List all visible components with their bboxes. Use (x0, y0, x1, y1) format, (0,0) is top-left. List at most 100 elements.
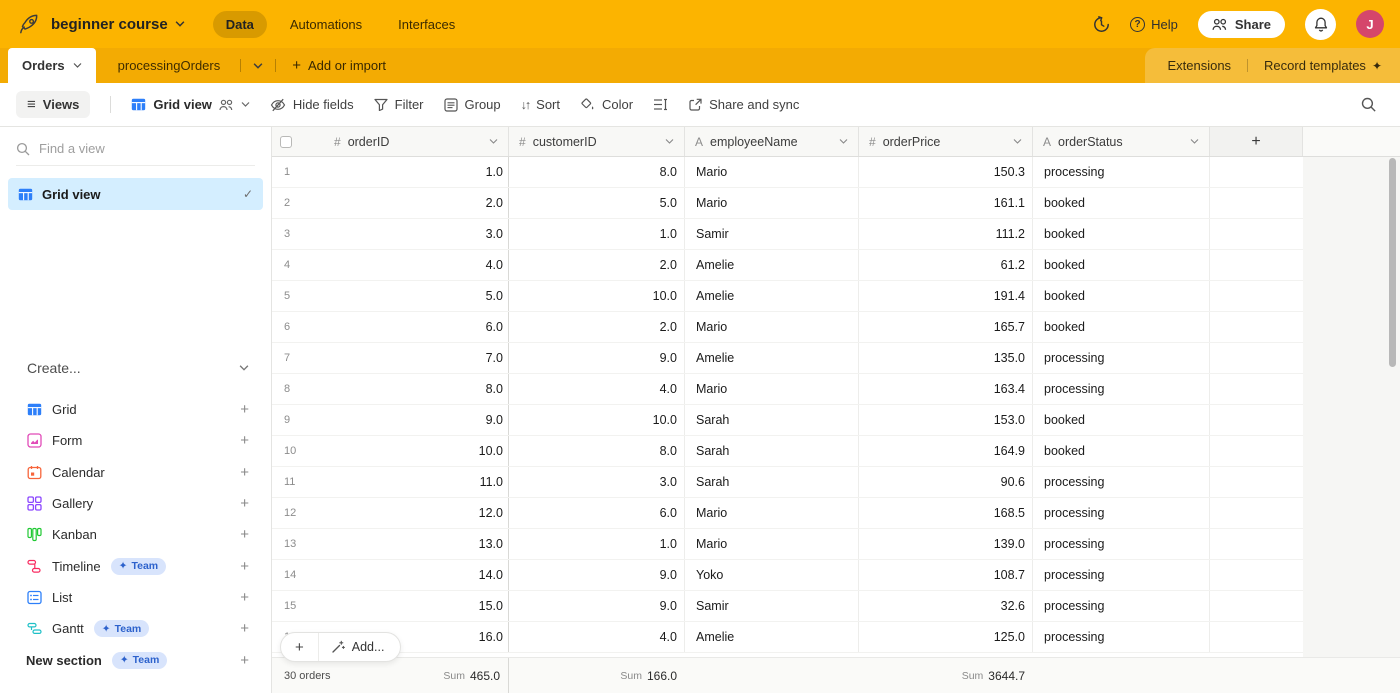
cell-customerID[interactable]: 9.0 (509, 343, 685, 373)
chevron-down-icon[interactable] (1013, 139, 1022, 144)
cell-orderPrice[interactable]: 153.0 (859, 405, 1033, 435)
cell-orderPrice[interactable]: 90.6 (859, 467, 1033, 497)
cell-orderPrice[interactable]: 32.6 (859, 591, 1033, 621)
cell-orderID[interactable]: 9 9.0 (272, 405, 509, 435)
plus-icon[interactable]: + (240, 526, 249, 543)
find-view-input[interactable] (39, 141, 219, 156)
app-logo-rocket-icon[interactable] (16, 12, 41, 37)
cell-orderID[interactable]: 3 3.0 (272, 219, 509, 249)
cell-orderStatus[interactable]: booked (1033, 436, 1210, 466)
cell-orderPrice[interactable]: 191.4 (859, 281, 1033, 311)
cell-orderStatus[interactable]: processing (1033, 622, 1210, 652)
cell-employeeName[interactable]: Mario (685, 157, 859, 187)
column-header-orderStatus[interactable]: A orderStatus (1033, 127, 1210, 156)
cell-orderStatus[interactable]: booked (1033, 188, 1210, 218)
cell-orderID[interactable]: 13 13.0 (272, 529, 509, 559)
sum-customerID[interactable]: Sum 166.0 (509, 658, 685, 693)
create-calendar[interactable]: Calendar + (0, 457, 271, 488)
cell-orderID[interactable]: 6 6.0 (272, 312, 509, 342)
cell-employeeName[interactable]: Mario (685, 312, 859, 342)
plus-icon[interactable]: + (240, 652, 249, 669)
cell-orderStatus[interactable]: booked (1033, 250, 1210, 280)
cell-employeeName[interactable]: Mario (685, 374, 859, 404)
tab-orders[interactable]: Orders (8, 48, 96, 83)
chevron-down-icon[interactable] (1190, 139, 1199, 144)
sort-button[interactable]: ↓↑ Sort (521, 97, 560, 112)
cell-orderID[interactable]: 15 15.0 (272, 591, 509, 621)
cell-employeeName[interactable]: Samir (685, 591, 859, 621)
column-header-orderPrice[interactable]: # orderPrice (859, 127, 1033, 156)
cell-employeeName[interactable]: Amelie (685, 281, 859, 311)
base-title[interactable]: beginner course (51, 16, 185, 33)
record-templates-button[interactable]: Record templates ✦ (1264, 58, 1382, 73)
nav-data[interactable]: Data (213, 11, 267, 38)
cell-customerID[interactable]: 6.0 (509, 498, 685, 528)
plus-icon[interactable]: + (240, 620, 249, 637)
add-field-button[interactable]: + (1210, 127, 1303, 156)
plus-icon[interactable]: + (240, 558, 249, 575)
cell-employeeName[interactable]: Amelie (685, 343, 859, 373)
plus-icon[interactable]: + (240, 401, 249, 418)
views-button[interactable]: ≡ Views (16, 91, 90, 118)
plus-icon[interactable]: + (240, 464, 249, 481)
cell-employeeName[interactable]: Yoko (685, 560, 859, 590)
cell-orderID[interactable]: 1 1.0 (272, 157, 509, 187)
filter-button[interactable]: Filter (374, 97, 424, 112)
group-button[interactable]: Group (444, 97, 501, 112)
cell-orderID[interactable]: 10 10.0 (272, 436, 509, 466)
cell-employeeName[interactable]: Mario (685, 529, 859, 559)
notifications-button[interactable] (1305, 9, 1336, 40)
cell-orderStatus[interactable]: booked (1033, 405, 1210, 435)
cell-orderPrice[interactable]: 61.2 (859, 250, 1033, 280)
grid-view-button[interactable]: Grid view (131, 97, 250, 112)
find-view-search[interactable] (16, 141, 255, 166)
cell-orderStatus[interactable]: processing (1033, 374, 1210, 404)
cell-customerID[interactable]: 8.0 (509, 436, 685, 466)
history-icon[interactable] (1093, 16, 1110, 33)
nav-automations[interactable]: Automations (277, 11, 375, 38)
create-kanban[interactable]: Kanban + (0, 519, 271, 550)
plus-icon[interactable]: + (240, 495, 249, 512)
cell-orderStatus[interactable]: processing (1033, 467, 1210, 497)
vertical-scrollbar[interactable] (1389, 158, 1396, 367)
cell-orderID[interactable]: 4 4.0 (272, 250, 509, 280)
plus-icon[interactable]: + (240, 432, 249, 449)
sum-employeeName-empty[interactable] (685, 658, 859, 693)
column-header-customerID[interactable]: # customerID (509, 127, 685, 156)
chevron-down-icon[interactable] (489, 139, 498, 144)
cell-orderStatus[interactable]: booked (1033, 219, 1210, 249)
cell-customerID[interactable]: 5.0 (509, 188, 685, 218)
help-button[interactable]: ? Help (1130, 17, 1178, 32)
cell-orderPrice[interactable]: 163.4 (859, 374, 1033, 404)
cell-orderStatus[interactable]: processing (1033, 560, 1210, 590)
create-section-header[interactable]: Create... (0, 360, 271, 376)
cell-employeeName[interactable]: Amelie (685, 622, 859, 652)
cell-orderStatus[interactable]: processing (1033, 498, 1210, 528)
create-new-section[interactable]: New section ✦Team + (0, 644, 271, 675)
cell-orderPrice[interactable]: 161.1 (859, 188, 1033, 218)
cell-employeeName[interactable]: Samir (685, 219, 859, 249)
cell-employeeName[interactable]: Sarah (685, 405, 859, 435)
create-list-view[interactable]: List + (0, 582, 271, 613)
cell-customerID[interactable]: 1.0 (509, 219, 685, 249)
cell-customerID[interactable]: 8.0 (509, 157, 685, 187)
share-and-sync-button[interactable]: Share and sync (688, 97, 799, 112)
create-grid[interactable]: Grid + (0, 394, 271, 425)
cell-orderPrice[interactable]: 125.0 (859, 622, 1033, 652)
chevron-down-icon[interactable] (665, 139, 674, 144)
sidebar-view-grid-view[interactable]: Grid view ✓ (8, 178, 263, 210)
cell-orderID[interactable]: 5 5.0 (272, 281, 509, 311)
row-height-button[interactable] (653, 98, 668, 111)
cell-orderPrice[interactable]: 150.3 (859, 157, 1033, 187)
share-button[interactable]: Share (1198, 11, 1285, 38)
tab-processing-orders[interactable]: processingOrders (104, 48, 235, 83)
cell-employeeName[interactable]: Mario (685, 498, 859, 528)
cell-orderID[interactable]: 12 12.0 (272, 498, 509, 528)
cell-orderStatus[interactable]: booked (1033, 281, 1210, 311)
column-header-orderID[interactable]: # orderID (272, 127, 509, 156)
cell-orderPrice[interactable]: 165.7 (859, 312, 1033, 342)
cell-orderPrice[interactable]: 135.0 (859, 343, 1033, 373)
create-form[interactable]: Form + (0, 425, 271, 456)
sum-orderPrice[interactable]: Sum 3644.7 (859, 658, 1033, 693)
cell-orderPrice[interactable]: 168.5 (859, 498, 1033, 528)
